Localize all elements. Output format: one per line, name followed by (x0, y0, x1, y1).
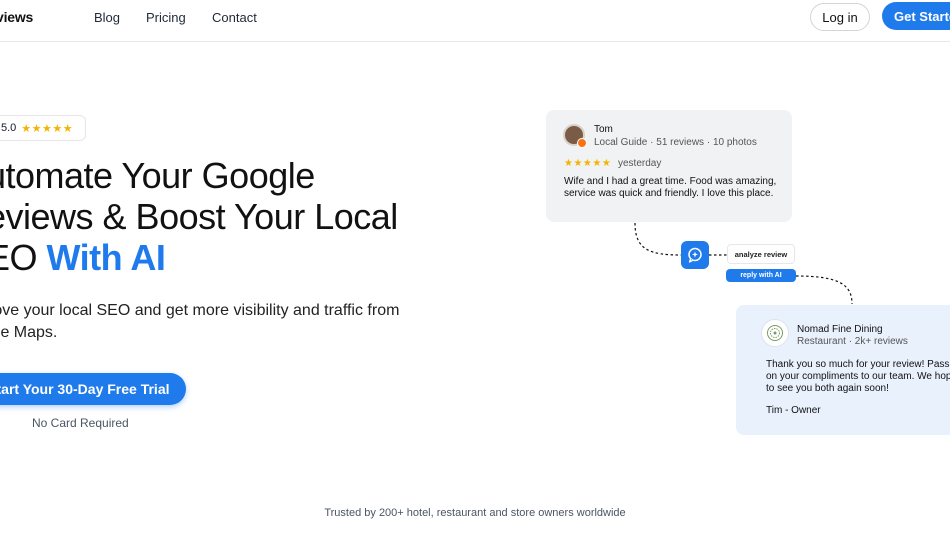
get-started-button[interactable]: Get Started (882, 2, 950, 30)
nav-link-blog[interactable]: Blog (94, 10, 120, 25)
reply-line-1: Thank you so much for your review! Passi… (766, 359, 950, 370)
headline-line-2: eviews & Boost Your Local (0, 196, 398, 237)
rating-value: 5.0 (1, 122, 17, 134)
reviewer-meta: Local Guide · 51 reviews · 10 photos (594, 137, 757, 148)
headline-line-1: utomate Your Google (0, 155, 315, 196)
nav-link-pricing[interactable]: Pricing (146, 10, 186, 25)
hero-headline: utomate Your Google eviews & Boost Your … (0, 155, 446, 278)
headline-accent: With AI (46, 237, 166, 278)
subtext-line-1: rove your local SEO and get more visibil… (0, 302, 400, 319)
reply-line-3: to see you both again soon! (766, 383, 889, 394)
subtext-line-2: gle Maps. (0, 324, 58, 341)
connector-review-to-ai (634, 222, 682, 256)
business-meta: Restaurant · 2k+ reviews (797, 336, 908, 347)
owner-reply-card: Nomad Fine Dining Restaurant · 2k+ revie… (736, 305, 950, 435)
headline-line-3: EO With AI (0, 237, 446, 278)
star-rating-icon: ★★★★★ (21, 122, 74, 135)
business-name: Nomad Fine Dining (797, 324, 883, 335)
analyze-review-pill: analyze review (727, 244, 795, 264)
local-guide-badge-icon (577, 138, 587, 148)
free-trial-button[interactable]: tart Your 30-Day Free Trial (0, 373, 186, 405)
review-date: yesterday (618, 158, 662, 169)
reply-text: Thank you so much for your review! Passi… (766, 359, 950, 395)
trusted-by-text: Trusted by 200+ hotel, restaurant and st… (324, 507, 626, 519)
ai-chat-icon (681, 241, 709, 269)
no-card-note: No Card Required (32, 416, 129, 430)
brand-logo-text[interactable]: views (0, 9, 33, 25)
connector-reply-to-card (795, 275, 853, 305)
reply-signature: Tim - Owner (766, 405, 821, 416)
reply-with-ai-pill: reply with AI (726, 269, 796, 282)
reviewer-name: Tom (594, 124, 613, 135)
restaurant-logo-icon (761, 319, 789, 347)
reply-line-2: on your compliments to our team. We hope (766, 371, 950, 382)
rating-badge: 5.0 ★★★★★ (0, 115, 86, 141)
login-button[interactable]: Log in (810, 3, 870, 31)
review-text: Wife and I had a great time. Food was am… (564, 176, 777, 199)
headline-line-3-prefix: EO (0, 237, 38, 278)
customer-review-card: Tom Local Guide · 51 reviews · 10 photos… (546, 110, 792, 222)
top-nav-bar: views Blog Pricing Contact Log in Get St… (0, 0, 950, 42)
hero-subtext: rove your local SEO and get more visibil… (0, 300, 448, 344)
nav-link-contact[interactable]: Contact (212, 10, 257, 25)
review-stars-icon: ★★★★★ (564, 158, 612, 169)
